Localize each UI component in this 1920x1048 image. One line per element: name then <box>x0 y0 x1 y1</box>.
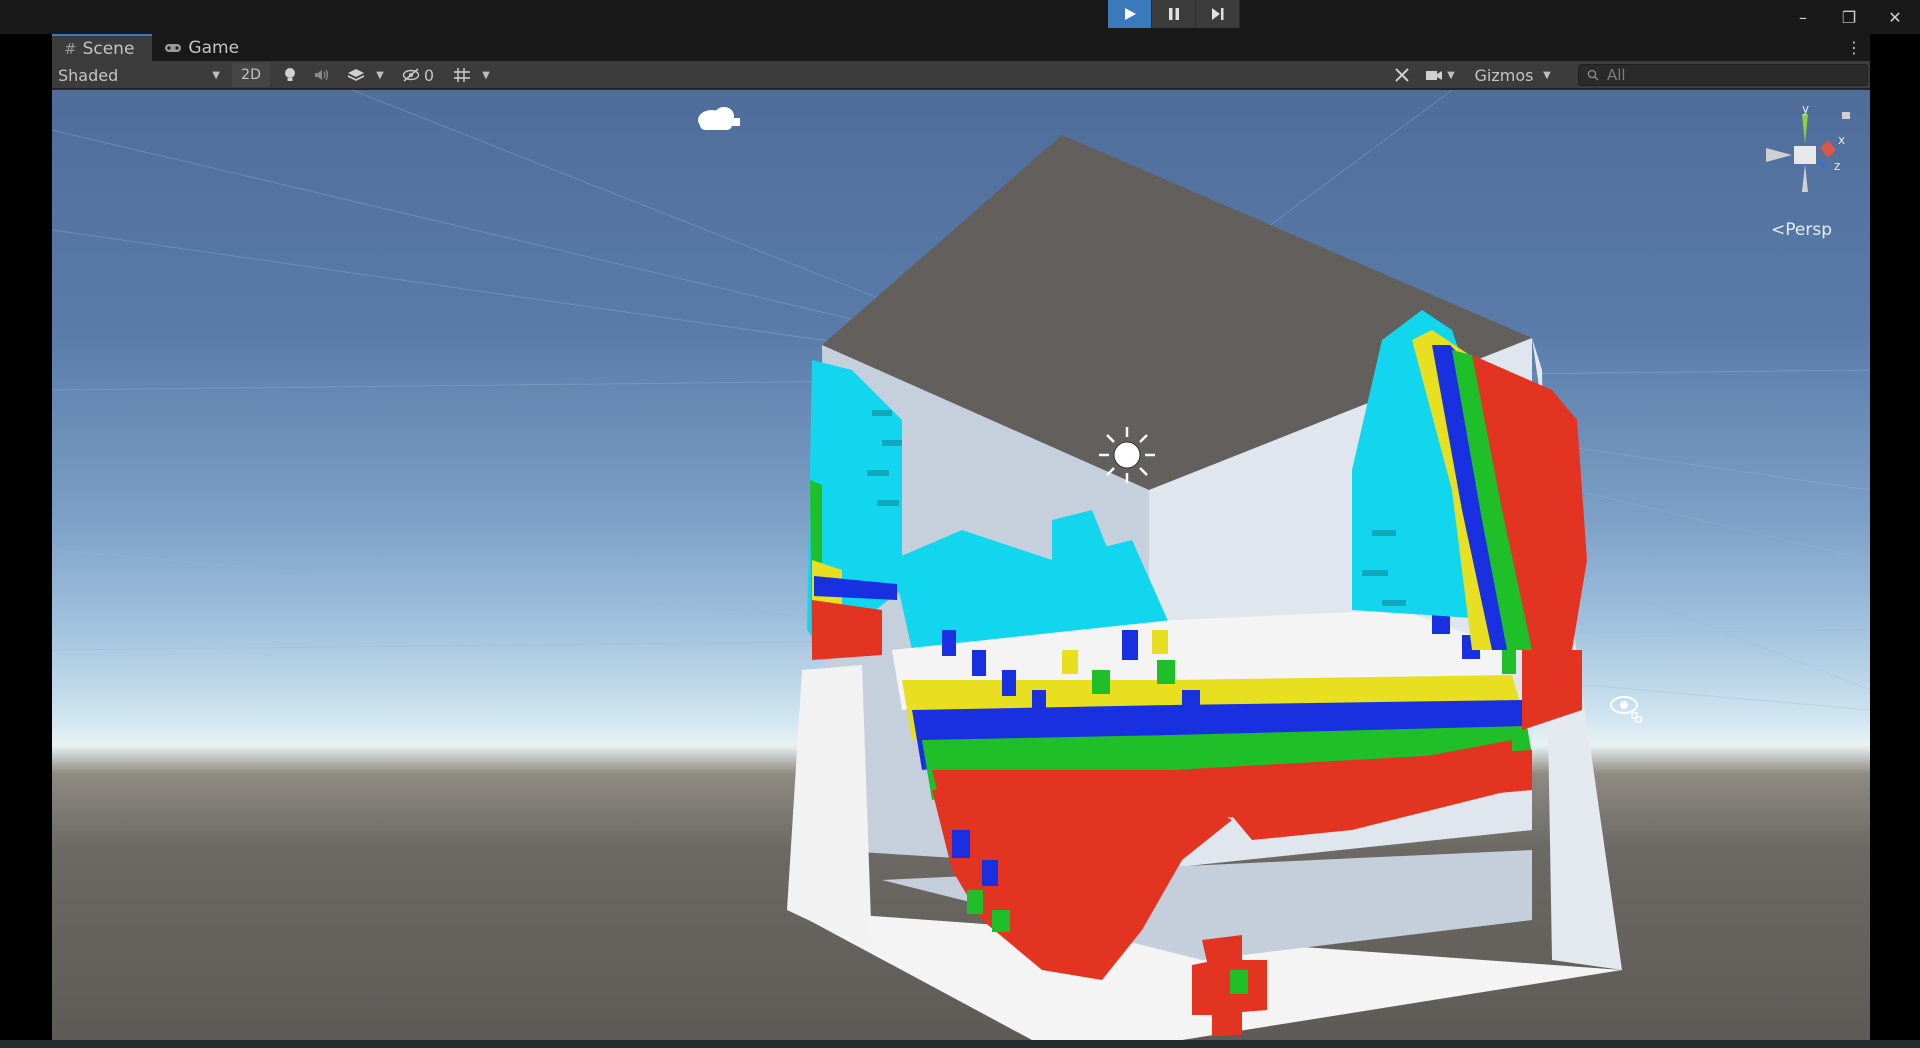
play-controls <box>1108 0 1240 28</box>
camera-icon <box>1426 71 1443 80</box>
chevron-down-icon: ▼ <box>1447 69 1455 81</box>
scene-render <box>52 90 1870 1040</box>
projection-toggle[interactable]: <Persp <box>1771 220 1832 240</box>
lighting-toggle[interactable] <box>276 63 304 87</box>
grid-toggle[interactable] <box>448 63 476 87</box>
scene-panel: # Scene Game ⋮ Shaded ▼ 2D ▼ 0 ▼ ▼ Gizmo… <box>52 34 1870 1040</box>
reflection-probe-icon[interactable] <box>1610 696 1642 723</box>
pause-button[interactable] <box>1152 0 1196 28</box>
tab-game-label: Game <box>188 37 240 58</box>
tools-toggle[interactable] <box>1388 63 1416 87</box>
unity-editor: – ❐ ✕ # Scene Game ⋮ Shaded ▼ 2D ▼ 0 ▼ ▼… <box>0 0 1920 1048</box>
restore-button[interactable]: ❐ <box>1826 0 1872 34</box>
top-bar: – ❐ ✕ <box>0 0 1920 34</box>
gizmos-dropdown-icon[interactable]: ▼ <box>1538 63 1556 87</box>
tab-game[interactable]: Game <box>152 34 257 61</box>
step-button[interactable] <box>1196 0 1240 28</box>
sun-icon[interactable] <box>1099 427 1155 483</box>
skybox-cloud-icon[interactable] <box>698 107 740 130</box>
gizmos-button[interactable]: Gizmos <box>1472 63 1536 87</box>
close-button[interactable]: ✕ <box>1872 0 1918 34</box>
chevron-down-icon: ▼ <box>212 69 220 81</box>
search-placeholder: All <box>1607 66 1626 84</box>
audio-toggle[interactable] <box>308 63 336 87</box>
light-bulb-icon <box>285 68 295 81</box>
scene-icon: # <box>64 39 77 58</box>
axis-z-label: z <box>1834 159 1840 173</box>
hidden-objects-toggle[interactable]: 0 <box>394 63 442 87</box>
orientation-gizmo[interactable]: y x z <box>1762 102 1852 214</box>
hidden-count: 0 <box>423 65 435 85</box>
eye-off-icon <box>402 68 420 82</box>
effects-toggle[interactable] <box>342 63 370 87</box>
grid-dropdown-icon[interactable]: ▼ <box>478 63 494 87</box>
axis-gizmo-icon: y x z <box>1766 102 1850 192</box>
back-chevron-icon: < <box>1771 220 1786 240</box>
scene-toolbar: Shaded ▼ 2D ▼ 0 ▼ ▼ Gizmos ▼ All <box>52 61 1870 89</box>
step-icon <box>1211 8 1223 20</box>
draw-mode-label: Shaded <box>58 65 119 85</box>
taskbar-strip <box>0 1040 1920 1048</box>
projection-label: Persp <box>1785 220 1832 240</box>
scene-viewport[interactable]: y x z <Persp <box>52 90 1870 1040</box>
axis-y-label: y <box>1802 104 1809 116</box>
speaker-icon <box>315 69 329 81</box>
tab-scene[interactable]: # Scene <box>52 34 153 61</box>
minimize-button[interactable]: – <box>1780 0 1826 34</box>
grid-icon <box>454 68 470 82</box>
gamepad-icon <box>165 43 182 52</box>
draw-mode-dropdown[interactable]: Shaded ▼ <box>56 63 226 87</box>
axis-x-label: x <box>1838 133 1845 147</box>
layers-icon <box>347 69 365 81</box>
lock-icon[interactable] <box>1842 112 1850 119</box>
tab-scene-label: Scene <box>82 38 135 59</box>
play-button[interactable] <box>1108 0 1152 28</box>
effects-dropdown-icon[interactable]: ▼ <box>372 63 388 87</box>
toggle-2d-button[interactable]: 2D <box>232 63 270 87</box>
play-icon <box>1124 8 1136 20</box>
tab-bar: # Scene Game ⋮ <box>52 34 1870 61</box>
search-icon <box>1587 69 1599 81</box>
more-options-icon[interactable]: ⋮ <box>1846 38 1862 57</box>
scene-search-input[interactable]: All <box>1578 64 1868 86</box>
tools-icon <box>1395 68 1409 82</box>
room-left-wall <box>787 665 872 950</box>
pause-icon <box>1168 8 1179 20</box>
camera-settings-dropdown[interactable]: ▼ <box>1420 63 1460 87</box>
